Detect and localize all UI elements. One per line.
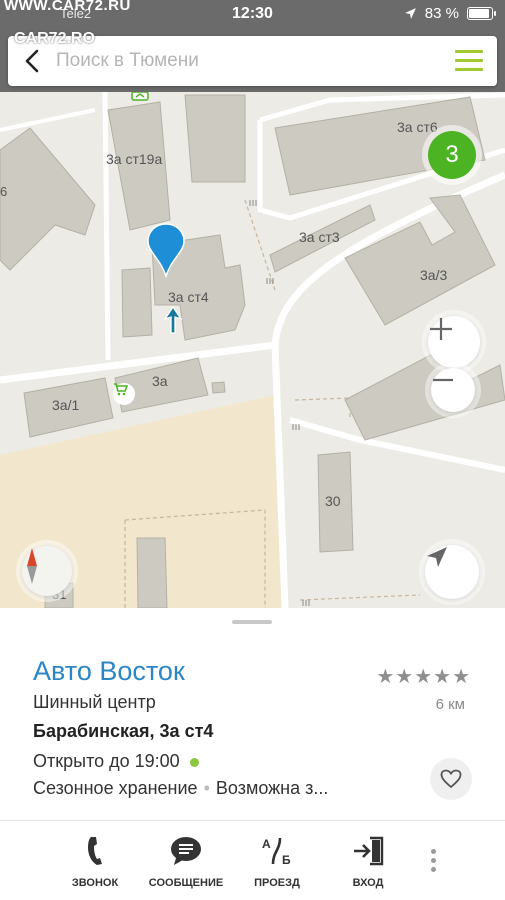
tag-label: Возможна з...: [215, 778, 329, 798]
place-card[interactable]: Авто Восток ★★★★★ 6 км Шинный центр Бара…: [0, 608, 505, 820]
tags-row: Сезонное хранение • Возможна з...: [33, 778, 328, 799]
category-label: Шинный центр: [33, 692, 156, 712]
open-status-dot: [189, 757, 199, 767]
route-icon: АБ: [262, 837, 291, 867]
entrance-tab-label: ВХОД: [352, 877, 384, 889]
favorite-button[interactable]: [430, 758, 472, 800]
hours-row: Открыто до 19:00: [33, 751, 199, 772]
battery-fill: [469, 9, 489, 18]
compass-icon: [27, 548, 37, 584]
status-right: 83 %: [404, 5, 496, 22]
cluster-badge[interactable]: 3: [428, 131, 476, 179]
zoom-in-icon: [430, 318, 452, 340]
map-label: 30: [325, 493, 341, 509]
map-label: 3а/1: [52, 397, 80, 413]
hours-label: Открыто до 19:00: [33, 751, 180, 771]
call-tab-label: ЗВОНОК: [71, 877, 119, 889]
battery-percent: 83 %: [424, 5, 459, 22]
tag-label: Сезонное хранение: [33, 778, 198, 798]
svg-text:Б: Б: [282, 853, 291, 867]
message-tab-label: СООБЩЕНИЕ: [148, 877, 224, 889]
map-label: 3а ст6: [397, 119, 438, 135]
entrance-icon: [354, 836, 384, 866]
map-label: 3а/3: [420, 267, 448, 283]
phone-icon: [88, 837, 102, 865]
menu-icon[interactable]: [455, 50, 483, 72]
distance-label: 6 км: [435, 696, 465, 713]
place-name[interactable]: Авто Восток: [33, 656, 185, 687]
call-tab[interactable]: ЗВОНОК: [45, 833, 145, 889]
action-bar: ЗВОНОК СООБЩЕНИЕ АБ ПРОЕЗД ВХОД: [0, 820, 505, 900]
compass-button[interactable]: [22, 546, 72, 596]
route-tab[interactable]: АБ ПРОЕЗД: [227, 833, 327, 889]
route-tab-label: ПРОЕЗД: [254, 877, 300, 889]
back-icon[interactable]: [20, 48, 46, 74]
shopping-cart-icon[interactable]: [113, 383, 135, 405]
map-view[interactable]: 3а ст19а 3а ст6 3а ст3 3а/3 3а ст4 3а 3а…: [0, 92, 505, 608]
status-bar: WWW.CAR72.RU Tele2 12:30 83 %: [0, 0, 505, 30]
location-arrow-icon: [163, 305, 183, 334]
place-marker-icon[interactable]: [146, 222, 186, 278]
my-location-icon: [427, 547, 447, 567]
map-label: 3а: [152, 373, 168, 389]
poi-icon[interactable]: [130, 92, 150, 102]
message-tab[interactable]: СООБЩЕНИЕ: [136, 833, 236, 889]
heart-icon: [440, 769, 462, 789]
search-input[interactable]: Поиск в Тюмени: [56, 50, 199, 72]
entrance-tab[interactable]: ВХОД: [318, 833, 418, 889]
message-icon: [171, 837, 201, 865]
map-label: 3а ст19а: [106, 151, 163, 167]
tag-separator: •: [203, 778, 210, 798]
zoom-out-button[interactable]: [431, 368, 475, 412]
watermark-logo: CAR72.RO: [14, 30, 95, 47]
location-services-icon: [404, 8, 416, 19]
sheet-handle[interactable]: [232, 620, 272, 624]
map-label: 3а ст3: [299, 229, 340, 245]
my-location-button[interactable]: [425, 545, 479, 599]
address-label: Барабинская, 3а ст4: [33, 721, 214, 741]
battery-icon: [467, 7, 496, 20]
rating-stars: ★★★★★: [376, 666, 471, 688]
map-label: 3а ст4: [168, 289, 209, 305]
zoom-in-button[interactable]: [428, 316, 480, 368]
more-options-icon[interactable]: [431, 849, 437, 876]
zoom-out-icon: [433, 378, 453, 382]
svg-text:А: А: [262, 837, 271, 851]
map-label: 6: [0, 184, 8, 199]
